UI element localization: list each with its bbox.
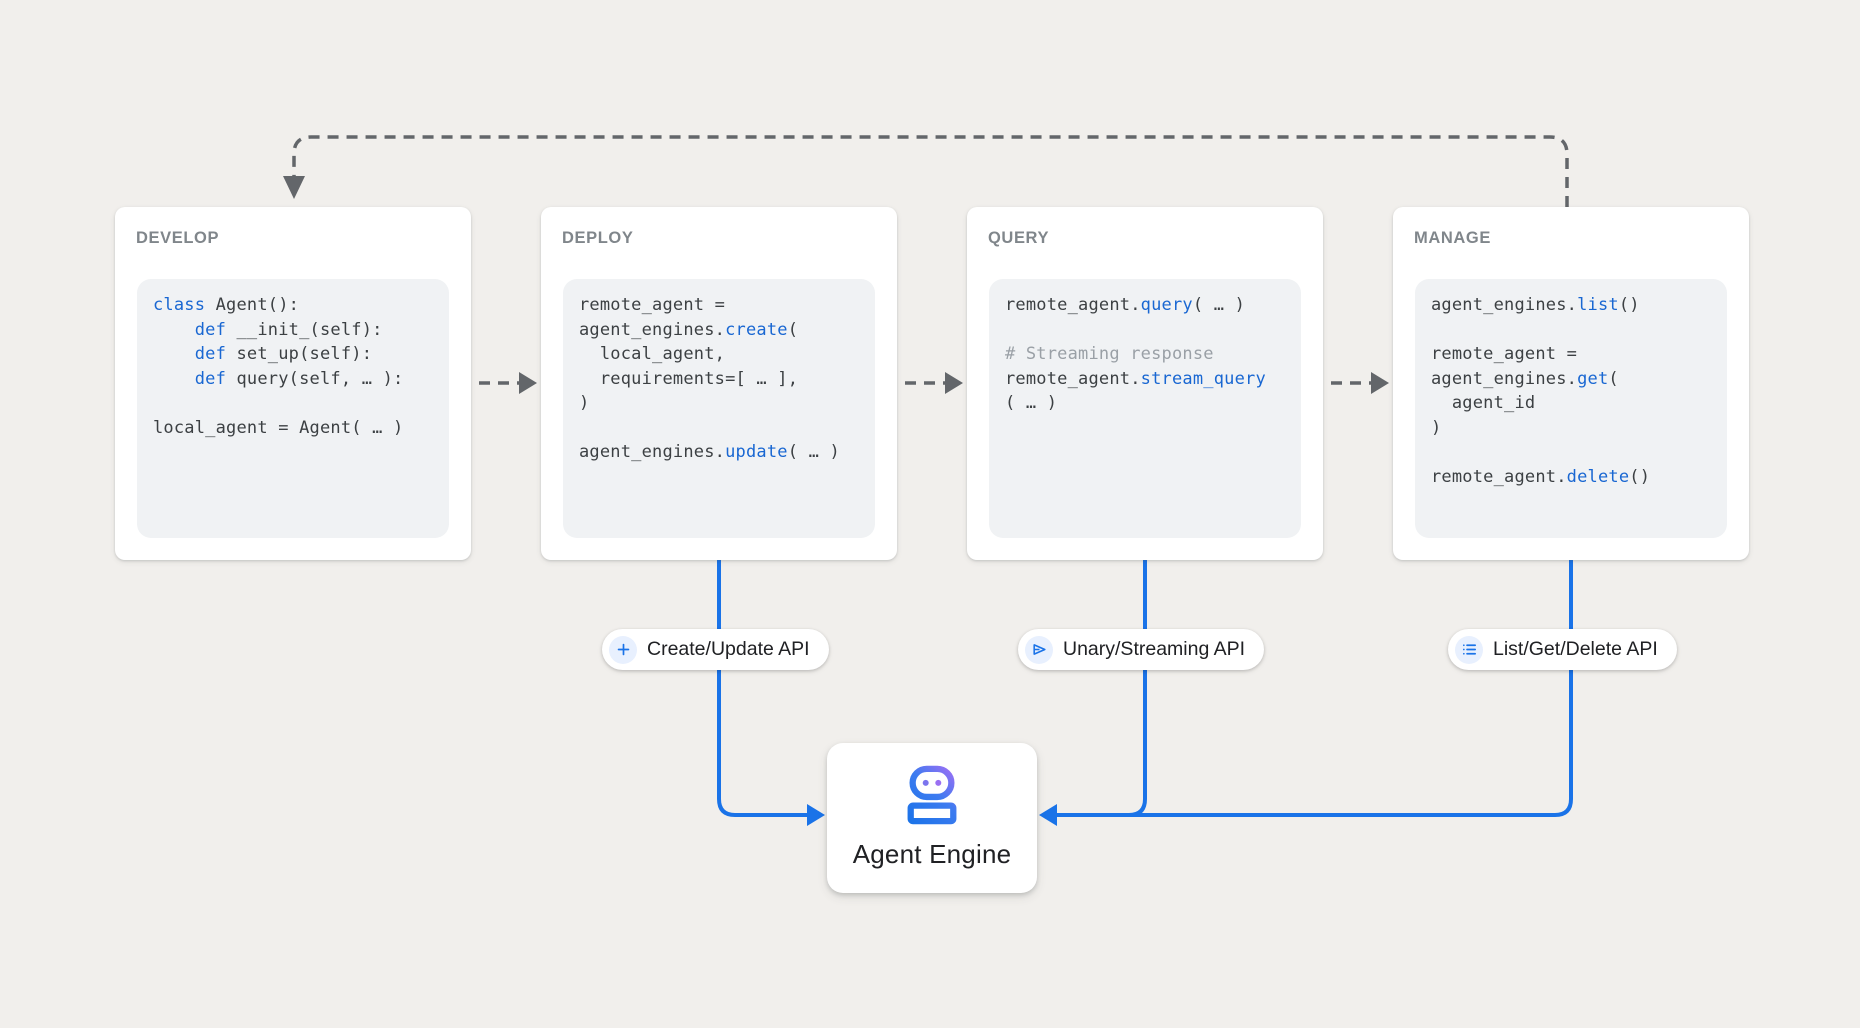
code-line: remote_agent.delete() <box>1431 465 1711 490</box>
card-query-title: QUERY <box>988 229 1049 248</box>
agent-engine-label: Agent Engine <box>853 839 1012 870</box>
code-line: class Agent(): <box>153 293 433 318</box>
code-line <box>1431 318 1711 343</box>
code-line: def __init_(self): <box>153 318 433 343</box>
pill-create-update-api: Create/Update API <box>602 629 829 670</box>
code-line: agent_engines.create( <box>579 318 859 343</box>
pill-unary-streaming-api: Unary/Streaming API <box>1018 629 1264 670</box>
code-line <box>1005 318 1285 343</box>
manage-to-engine-arrowhead-icon <box>1039 804 1057 826</box>
feedback-loop-arrowhead-icon <box>283 176 305 199</box>
plus-icon <box>609 636 637 664</box>
code-line: ) <box>1431 416 1711 441</box>
card-deploy: DEPLOY remote_agent =agent_engines.creat… <box>541 207 897 560</box>
develop-code-block: class Agent(): def __init_(self): def se… <box>137 279 449 538</box>
code-line <box>153 391 433 416</box>
code-line: agent_engines.list() <box>1431 293 1711 318</box>
code-line: ( … ) <box>1005 391 1285 416</box>
card-manage-title: MANAGE <box>1414 229 1491 248</box>
pill-create-update-api-label: Create/Update API <box>647 638 810 661</box>
agent-engine-node: Agent Engine <box>827 743 1037 893</box>
code-line: ) <box>579 391 859 416</box>
deploy-to-engine-arrowhead-icon <box>807 804 825 826</box>
list-icon <box>1455 636 1483 664</box>
code-line: def query(self, … ): <box>153 367 433 392</box>
code-line: # Streaming response <box>1005 342 1285 367</box>
pill-list-get-delete-api: List/Get/Delete API <box>1448 629 1677 670</box>
card-develop-title: DEVELOP <box>136 229 219 248</box>
code-line: remote_agent = <box>579 293 859 318</box>
develop-to-deploy-arrowhead-icon <box>519 372 537 394</box>
query-to-engine-connector <box>1112 558 1145 815</box>
feedback-loop-dashed-connector <box>294 137 1567 207</box>
diagram-canvas: DEVELOP class Agent(): def __init_(self)… <box>0 0 1860 1028</box>
card-query: QUERY remote_agent.query( … ) # Streamin… <box>967 207 1323 560</box>
code-line: def set_up(self): <box>153 342 433 367</box>
code-line: agent_id <box>1431 391 1711 416</box>
code-line: agent_engines.update( … ) <box>579 440 859 465</box>
code-line: agent_engines.get( <box>1431 367 1711 392</box>
code-line: remote_agent.query( … ) <box>1005 293 1285 318</box>
code-line <box>579 416 859 441</box>
send-icon <box>1025 636 1053 664</box>
query-to-manage-arrowhead-icon <box>1371 372 1389 394</box>
code-line <box>1431 440 1711 465</box>
pill-list-get-delete-api-label: List/Get/Delete API <box>1493 638 1658 661</box>
deploy-to-engine-connector <box>719 558 807 815</box>
card-deploy-title: DEPLOY <box>562 229 633 248</box>
deploy-code-block: remote_agent =agent_engines.create( loca… <box>563 279 875 538</box>
code-line: remote_agent.stream_query <box>1005 367 1285 392</box>
card-develop: DEVELOP class Agent(): def __init_(self)… <box>115 207 471 560</box>
query-code-block: remote_agent.query( … ) # Streaming resp… <box>989 279 1301 538</box>
deploy-to-query-arrowhead-icon <box>945 372 963 394</box>
manage-code-block: agent_engines.list() remote_agent =agent… <box>1415 279 1727 538</box>
card-manage: MANAGE agent_engines.list() remote_agent… <box>1393 207 1749 560</box>
code-line: local_agent = Agent( … ) <box>153 416 433 441</box>
pill-unary-streaming-api-label: Unary/Streaming API <box>1063 638 1245 661</box>
manage-to-engine-connector <box>1057 558 1571 815</box>
code-line: remote_agent = <box>1431 342 1711 367</box>
robot-icon <box>900 765 964 825</box>
code-line: local_agent, <box>579 342 859 367</box>
code-line: requirements=[ … ], <box>579 367 859 392</box>
